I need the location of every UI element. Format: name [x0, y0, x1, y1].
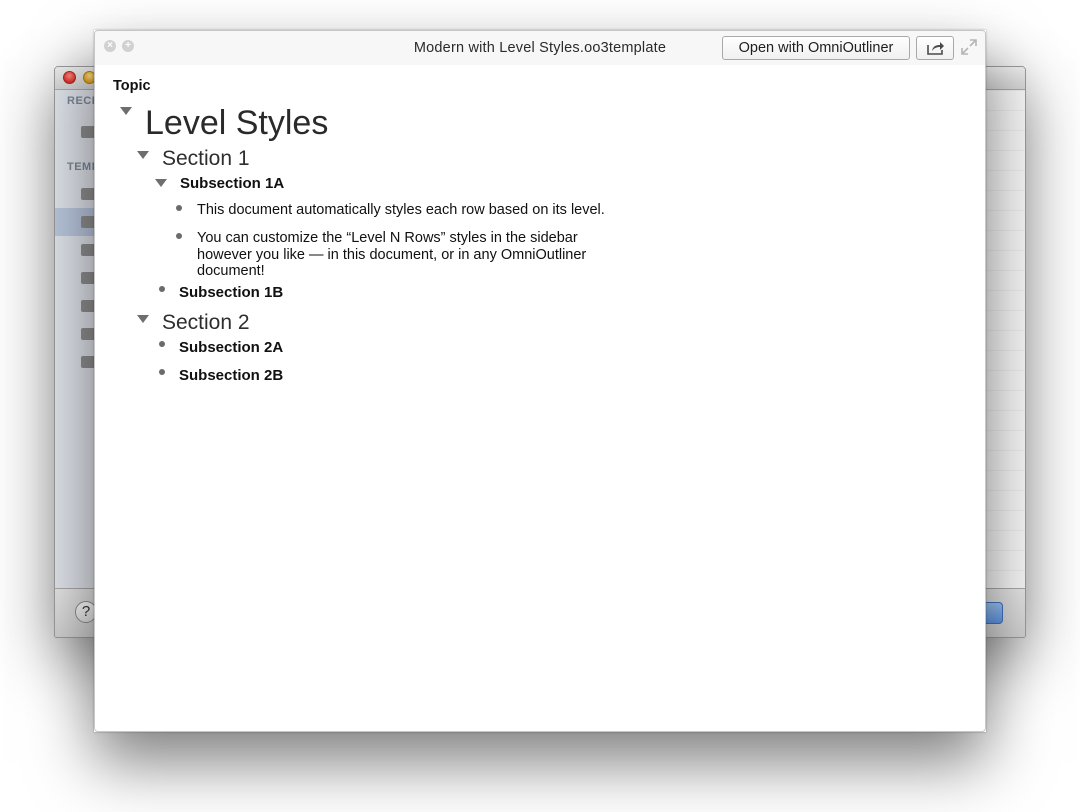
disclosure-triangle-icon[interactable]: [137, 315, 149, 323]
bullet-icon: [176, 205, 182, 211]
disclosure-triangle-icon[interactable]: [155, 179, 167, 187]
share-button[interactable]: [916, 36, 954, 60]
row-item-2[interactable]: You can customize the “Level N Rows” sty…: [197, 230, 597, 280]
row-subsection-1b[interactable]: Subsection 1B: [179, 284, 283, 301]
bullet-icon: [159, 341, 165, 347]
share-icon: [927, 42, 944, 55]
bullet-icon: [159, 369, 165, 375]
topic-column-header[interactable]: Topic: [113, 78, 151, 94]
template-sidebar: RECE TEMP: [55, 90, 99, 589]
row-subsection-2a[interactable]: Subsection 2A: [179, 339, 283, 356]
fullscreen-icon[interactable]: [961, 39, 977, 55]
row-section-1[interactable]: Section 1: [162, 147, 250, 171]
disclosure-triangle-icon[interactable]: [137, 151, 149, 159]
quicklook-panel: × + Modern with Level Styles.oo3template…: [94, 30, 986, 732]
row-subsection-1a[interactable]: Subsection 1A: [180, 175, 284, 192]
quicklook-titlebar: × + Modern with Level Styles.oo3template…: [95, 31, 985, 65]
template-grid: [985, 90, 1025, 589]
window-close-icon[interactable]: [63, 71, 76, 84]
row-level-styles[interactable]: Level Styles: [145, 104, 328, 143]
bullet-icon: [159, 286, 165, 292]
row-subsection-2b[interactable]: Subsection 2B: [179, 367, 283, 384]
disclosure-triangle-icon[interactable]: [120, 107, 132, 115]
row-section-2[interactable]: Section 2: [162, 311, 250, 335]
bullet-icon: [176, 233, 182, 239]
open-with-omnioutliner-button[interactable]: Open with OmniOutliner: [722, 36, 910, 60]
row-item-1[interactable]: This document automatically styles each …: [197, 202, 627, 219]
